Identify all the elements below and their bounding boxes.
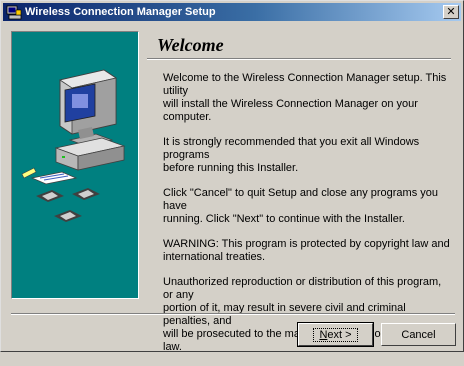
- setup-window: Wireless Connection Manager Setup ✕ Welc…: [0, 0, 464, 353]
- paragraph-instructions: Click "Cancel" to quit Setup and close a…: [163, 187, 439, 225]
- keyboard-icon: [21, 167, 78, 185]
- close-icon: ✕: [446, 5, 456, 18]
- setup-icon: [6, 5, 22, 20]
- monitor-icon: [59, 69, 117, 147]
- next-button[interactable]: Next >: [297, 322, 374, 347]
- close-button[interactable]: ✕: [443, 5, 459, 19]
- button-divider: [11, 313, 455, 315]
- paragraph-intro: Welcome to the Wireless Connection Manag…: [163, 72, 447, 123]
- side-banner: [11, 31, 139, 299]
- paragraph-recommendation: It is strongly recommended that you exit…: [163, 136, 420, 174]
- paragraph-warning: WARNING: This program is protected by co…: [163, 238, 450, 263]
- cancel-button[interactable]: Cancel: [381, 323, 456, 346]
- computer-install-illustration: [21, 69, 126, 222]
- title-bar[interactable]: Wireless Connection Manager Setup ✕: [3, 3, 461, 21]
- window-title: Wireless Connection Manager Setup: [25, 6, 216, 18]
- next-label-rest: ext >: [327, 328, 352, 341]
- content-area: Welcome: [147, 33, 453, 55]
- next-button-label: Next >: [313, 327, 358, 342]
- welcome-text: Welcome to the Wireless Connection Manag…: [163, 72, 453, 366]
- computer-base-icon: [54, 137, 126, 171]
- disk-icons: [36, 188, 100, 222]
- title-divider: [147, 58, 451, 60]
- page-title: Welcome: [157, 35, 224, 55]
